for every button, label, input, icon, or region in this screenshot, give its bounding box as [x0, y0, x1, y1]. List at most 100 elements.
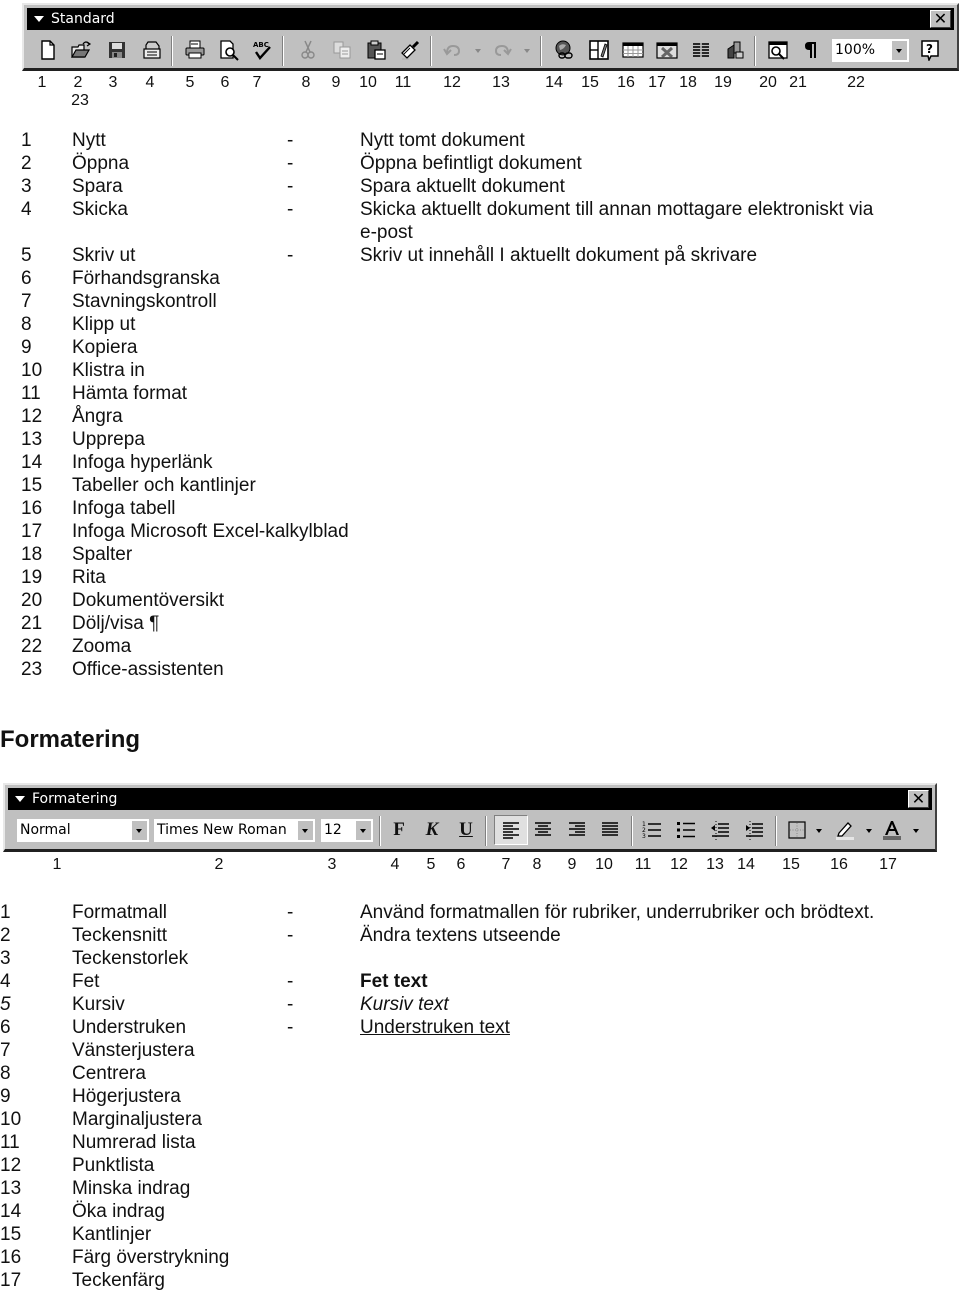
drawing-button[interactable] — [722, 37, 748, 63]
decrease-indent-button[interactable] — [707, 817, 733, 843]
toolbar-number-label: 11 — [394, 74, 412, 91]
list-item: 8 Centrera — [0, 1062, 960, 1085]
send-mail-button[interactable] — [139, 37, 165, 63]
toolbar-separator — [631, 816, 633, 846]
close-button[interactable]: ✕ — [908, 790, 929, 808]
item-number: 4 — [21, 199, 32, 220]
print-button[interactable] — [182, 37, 208, 63]
undo-button[interactable] — [440, 37, 466, 63]
document-map-button[interactable] — [765, 37, 791, 63]
font-combo[interactable]: Times New Roman — [154, 819, 315, 842]
redo-button[interactable] — [489, 37, 515, 63]
paste-button[interactable] — [363, 37, 389, 63]
columns-button[interactable] — [688, 37, 714, 63]
copy-button[interactable] — [329, 37, 355, 63]
show-hide-formatting-button[interactable] — [798, 37, 824, 63]
highlight-dropdown-arrow[interactable] — [866, 829, 872, 833]
item-number: 17 — [21, 521, 43, 542]
font-color-icon — [883, 821, 901, 840]
close-button[interactable]: ✕ — [930, 10, 951, 28]
tables-borders-button[interactable] — [586, 37, 612, 63]
font-size-combo[interactable]: 12 — [321, 819, 373, 842]
save-button[interactable] — [104, 37, 130, 63]
list-item: 21 Dölj/visa ¶ — [0, 612, 960, 635]
font-dropdown-arrow-icon[interactable] — [298, 821, 313, 840]
toolbar-number-label: 17 — [648, 74, 666, 91]
style-dropdown-arrow-icon[interactable] — [132, 821, 147, 840]
new-button[interactable] — [35, 37, 61, 63]
item-name: Zooma — [72, 636, 132, 657]
justify-icon — [602, 822, 618, 836]
item-number: 16 — [21, 498, 43, 519]
numbered-list-button[interactable]: 123 — [639, 817, 665, 843]
underline-button[interactable]: U — [453, 817, 479, 843]
align-left-button[interactable] — [494, 815, 528, 845]
hyperlink-globe-icon — [555, 40, 573, 59]
send-mail-icon — [143, 41, 161, 59]
toolbar-number-label: 14 — [545, 74, 563, 91]
bulleted-list-button[interactable] — [673, 817, 699, 843]
align-center-button[interactable] — [530, 817, 556, 843]
insert-hyperlink-button[interactable] — [551, 37, 577, 63]
item-dash: - — [287, 176, 294, 197]
item-name: Marginaljustera — [72, 1109, 202, 1130]
justify-button[interactable] — [597, 817, 623, 843]
bold-button[interactable]: F — [386, 817, 412, 843]
item-number: 4 — [0, 971, 11, 992]
list-item: 23 Office-assistenten — [0, 658, 960, 681]
item-name: Skriv ut — [72, 245, 136, 266]
list-item: 5 Skriv ut - Skriv ut innehåll I aktuellt d… — [0, 244, 960, 267]
toolbar-separator — [430, 36, 432, 66]
spellcheck-button[interactable]: ABC — [249, 37, 275, 63]
borders-dropdown-arrow[interactable] — [816, 829, 822, 833]
item-number: 21 — [21, 613, 43, 634]
item-description-continued: e-post — [360, 222, 413, 243]
undo-dropdown-arrow[interactable] — [475, 49, 481, 53]
toolbar-number-label: 15 — [782, 856, 800, 873]
format-painter-button[interactable] — [397, 37, 423, 63]
font-size-dropdown-arrow-icon[interactable] — [356, 821, 371, 840]
zoom-dropdown-arrow-icon[interactable] — [892, 41, 907, 60]
item-dash: - — [287, 130, 294, 151]
print-preview-button[interactable] — [216, 37, 242, 63]
list-item: 9 Kopiera — [0, 336, 960, 359]
standard-toolbar-titlebar[interactable]: Standard ✕ — [27, 8, 954, 30]
item-name: Vänsterjustera — [72, 1040, 195, 1061]
open-button[interactable] — [68, 37, 94, 63]
formatting-heading: Formatering — [0, 726, 141, 753]
toolbar-menu-arrow-icon[interactable] — [34, 16, 44, 22]
item-number: 5 — [21, 245, 32, 266]
font-color-dropdown-arrow[interactable] — [913, 829, 919, 833]
align-right-button[interactable] — [564, 817, 590, 843]
zoom-combo[interactable]: 100% — [832, 39, 909, 62]
cut-button[interactable] — [295, 37, 321, 63]
italic-button[interactable]: K — [419, 817, 445, 843]
item-description: Använd formatmallen för rubriker, underr… — [360, 902, 875, 923]
list-item: 16 Färg överstrykning — [0, 1246, 960, 1269]
item-number: 15 — [0, 1224, 22, 1245]
item-number: 13 — [0, 1178, 22, 1199]
toolbar-separator — [379, 816, 381, 846]
item-number: 10 — [0, 1109, 22, 1130]
toolbar-number-label: 7 — [501, 856, 511, 873]
formatting-toolbar-titlebar[interactable]: Formatering ✕ — [8, 788, 932, 810]
insert-excel-button[interactable] — [654, 37, 680, 63]
highlight-button[interactable] — [832, 817, 858, 843]
insert-table-button[interactable] — [620, 37, 646, 63]
item-number: 2 — [0, 925, 11, 946]
item-dash: - — [287, 971, 294, 992]
zoom-value: 100% — [835, 42, 876, 58]
svg-text:3: 3 — [642, 833, 646, 840]
list-item: 14 Öka indrag — [0, 1200, 960, 1223]
style-combo[interactable]: Normal — [17, 819, 149, 842]
item-number: 15 — [21, 475, 43, 496]
toolbar-menu-arrow-icon[interactable] — [15, 796, 25, 802]
list-item: 7 Stavningskontroll — [0, 290, 960, 313]
item-dash: - — [287, 902, 294, 923]
increase-indent-button[interactable] — [741, 817, 767, 843]
font-color-button[interactable] — [879, 817, 905, 843]
borders-button[interactable] — [784, 817, 810, 843]
item-name: Stavningskontroll — [72, 291, 217, 312]
redo-dropdown-arrow[interactable] — [524, 49, 530, 53]
office-assistant-button[interactable]: ? — [917, 37, 943, 63]
